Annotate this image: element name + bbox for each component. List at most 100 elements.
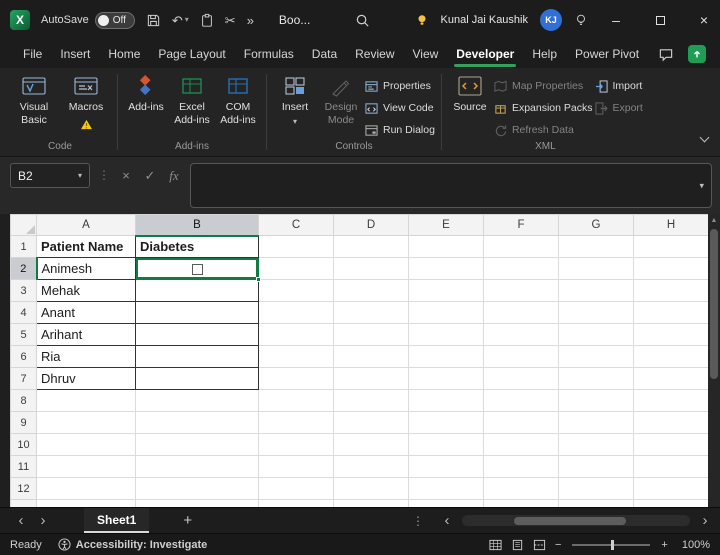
row-header-9[interactable]: 9: [11, 412, 37, 434]
row-header-1[interactable]: 1: [11, 236, 37, 258]
horizontal-scrollbar[interactable]: [462, 515, 690, 526]
cell[interactable]: [559, 456, 634, 478]
source-button[interactable]: Source: [448, 75, 492, 114]
sheet-menu-dots-icon[interactable]: ⋮: [412, 514, 424, 528]
tab-review[interactable]: Review: [346, 40, 403, 68]
sheet-nav-left-button[interactable]: ‹: [10, 513, 32, 528]
autosave-toggle[interactable]: AutoSave Off: [41, 12, 135, 29]
accessibility-status[interactable]: Accessibility: Investigate: [58, 538, 207, 551]
add-sheet-button[interactable]: +: [183, 512, 192, 529]
cell[interactable]: [484, 368, 559, 390]
macros-button[interactable]: Macros: [61, 75, 111, 130]
tab-home[interactable]: Home: [99, 40, 149, 68]
name-box[interactable]: B2 ▾: [10, 163, 90, 188]
cell[interactable]: [259, 500, 334, 508]
cell[interactable]: [136, 500, 259, 508]
column-header-e[interactable]: E: [409, 215, 484, 236]
cell-b3[interactable]: [136, 280, 259, 302]
cell[interactable]: [334, 500, 409, 508]
normal-view-button[interactable]: [489, 539, 502, 551]
row-header-7[interactable]: 7: [11, 368, 37, 390]
column-header-a[interactable]: A: [37, 215, 136, 236]
cell[interactable]: [37, 390, 136, 412]
cell[interactable]: [136, 456, 259, 478]
cell-b2-active[interactable]: [136, 258, 259, 280]
cell[interactable]: [634, 478, 709, 500]
tab-help[interactable]: Help: [523, 40, 566, 68]
document-title[interactable]: Boo...: [279, 13, 310, 27]
tab-file[interactable]: File: [14, 40, 51, 68]
cell-a6[interactable]: Ria: [37, 346, 136, 368]
cell-b6[interactable]: [136, 346, 259, 368]
cell[interactable]: [334, 280, 409, 302]
cell[interactable]: [259, 478, 334, 500]
autosave-pill[interactable]: Off: [95, 12, 135, 29]
cell[interactable]: [37, 434, 136, 456]
cell[interactable]: [559, 302, 634, 324]
row-header-8[interactable]: 8: [11, 390, 37, 412]
fill-handle[interactable]: [256, 277, 261, 282]
cell[interactable]: [136, 412, 259, 434]
cell[interactable]: [484, 500, 559, 508]
cell[interactable]: [409, 280, 484, 302]
column-header-h[interactable]: H: [634, 215, 709, 236]
cell[interactable]: [37, 500, 136, 508]
minimize-button[interactable]: –: [600, 0, 632, 40]
cell[interactable]: [259, 302, 334, 324]
cancel-button[interactable]: ×: [118, 163, 134, 188]
cell[interactable]: [409, 302, 484, 324]
cell[interactable]: [484, 324, 559, 346]
column-header-c[interactable]: C: [259, 215, 334, 236]
cell-a3[interactable]: Mehak: [37, 280, 136, 302]
tab-view[interactable]: View: [404, 40, 448, 68]
share-button[interactable]: [688, 45, 706, 63]
cell[interactable]: [559, 412, 634, 434]
formula-input[interactable]: ▾: [190, 163, 712, 208]
chevron-down-icon[interactable]: ▾: [78, 172, 82, 180]
column-header-g[interactable]: G: [559, 215, 634, 236]
cell-b4[interactable]: [136, 302, 259, 324]
row-header-13[interactable]: [11, 500, 37, 508]
cell[interactable]: [484, 346, 559, 368]
add-ins-button[interactable]: Add-ins: [124, 75, 168, 114]
cell[interactable]: [484, 434, 559, 456]
cell[interactable]: [409, 434, 484, 456]
cell-a7[interactable]: Dhruv: [37, 368, 136, 390]
maximize-button[interactable]: [644, 0, 676, 40]
vertical-scrollbar-thumb[interactable]: [710, 229, 718, 379]
run-dialog-button[interactable]: Run Dialog: [365, 121, 435, 139]
sheet-nav-right-button[interactable]: ›: [32, 513, 54, 528]
cell[interactable]: [334, 368, 409, 390]
export-button[interactable]: Export: [595, 99, 643, 117]
select-all-button[interactable]: [11, 215, 37, 236]
excel-add-ins-button[interactable]: Excel Add-ins: [170, 75, 214, 126]
cell[interactable]: [259, 236, 334, 258]
cell[interactable]: [559, 324, 634, 346]
cell[interactable]: [634, 346, 709, 368]
hscroll-left-button[interactable]: ‹: [436, 513, 458, 528]
collapse-ribbon-button[interactable]: [701, 128, 708, 146]
avatar[interactable]: KJ: [540, 9, 562, 31]
cell[interactable]: [259, 346, 334, 368]
status-ready[interactable]: Ready: [10, 539, 42, 551]
comments-button[interactable]: [658, 47, 674, 62]
cell[interactable]: [409, 456, 484, 478]
cell[interactable]: [634, 390, 709, 412]
cell[interactable]: [484, 258, 559, 280]
cell[interactable]: [37, 412, 136, 434]
import-button[interactable]: Import: [595, 77, 643, 95]
user-name[interactable]: Kunal Jai Kaushik: [441, 14, 528, 26]
cell[interactable]: [634, 280, 709, 302]
cell[interactable]: [259, 434, 334, 456]
row-header-5[interactable]: 5: [11, 324, 37, 346]
cell[interactable]: [37, 478, 136, 500]
row-header-4[interactable]: 4: [11, 302, 37, 324]
tips-icon[interactable]: [415, 13, 429, 27]
cell[interactable]: [409, 236, 484, 258]
design-mode-button[interactable]: Design Mode: [319, 75, 363, 126]
cell[interactable]: [634, 456, 709, 478]
cell-b7[interactable]: [136, 368, 259, 390]
cell[interactable]: [37, 456, 136, 478]
cell[interactable]: [634, 258, 709, 280]
cell[interactable]: [484, 456, 559, 478]
